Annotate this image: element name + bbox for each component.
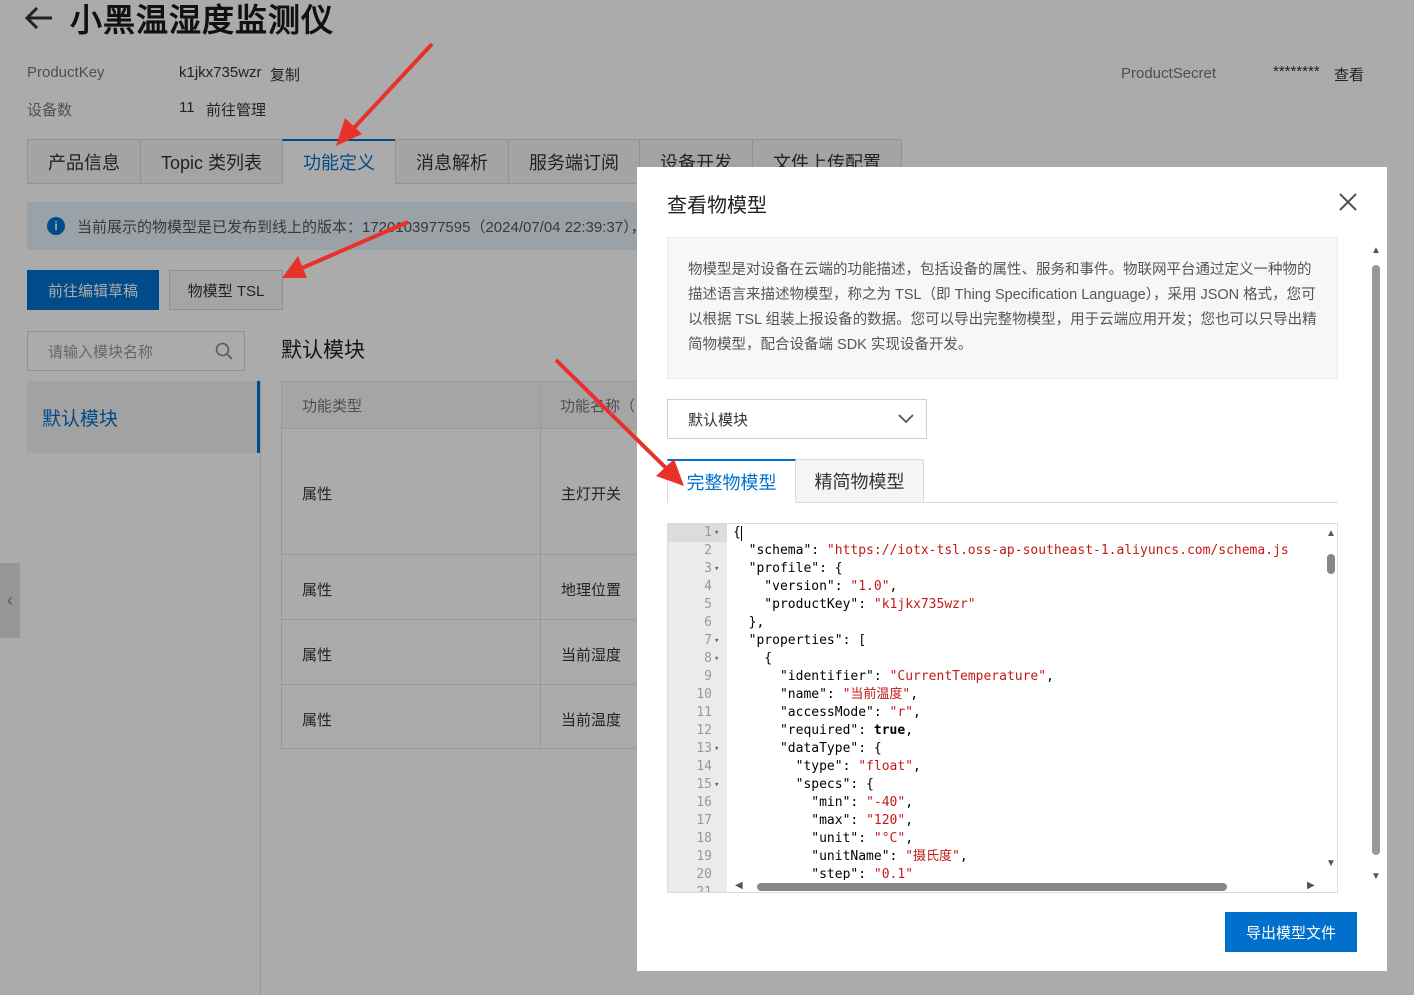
code-line: 7 ▾ "properties": [ [668, 632, 1318, 650]
code-text: "dataType": { [733, 741, 882, 756]
code-line: 14 "type": "float", [668, 758, 1318, 776]
code-line: 13 ▾ "dataType": { [668, 740, 1318, 758]
scroll-up-icon[interactable]: ▲ [1371, 245, 1381, 256]
line-number: 13 [696, 741, 712, 756]
code-line: 16 "min": "-40", [668, 794, 1318, 812]
code-line: 11 "accessMode": "r", [668, 704, 1318, 722]
code-text: "identifier": "CurrentTemperature", [733, 669, 1054, 684]
scroll-thumb[interactable] [1372, 265, 1380, 855]
module-select[interactable]: 默认模块 [667, 399, 927, 439]
line-number: 6 [704, 615, 712, 630]
line-number: 9 [704, 669, 712, 684]
tsl-code-editor[interactable]: 1 ▾{2 "schema": "https://iotx-tsl.oss-ap-… [667, 523, 1338, 893]
code-line: 10 "name": "当前温度", [668, 686, 1318, 704]
line-number: 14 [696, 759, 712, 774]
line-number: 12 [696, 723, 712, 738]
code-line: 6 }, [668, 614, 1318, 632]
scroll-up-icon[interactable]: ▲ [1326, 528, 1336, 539]
code-text: "unit": "°C", [733, 831, 914, 846]
line-number: 2 [704, 543, 712, 558]
line-number: 1 [704, 525, 712, 540]
editor-horizontal-scrollbar[interactable]: ◀ ▶ [727, 880, 1323, 892]
fold-toggle-icon[interactable]: ▾ [714, 560, 724, 578]
line-number: 21 [696, 885, 712, 893]
line-number: 11 [696, 705, 712, 720]
line-number: 20 [696, 867, 712, 882]
code-text: { [733, 651, 773, 666]
text-cursor [741, 526, 742, 541]
line-number: 18 [696, 831, 712, 846]
modal-title: 查看物模型 [667, 195, 767, 217]
tab-simplified-model[interactable]: 精简物模型 [796, 459, 924, 503]
code-line: 3 ▾ "profile": { [668, 560, 1318, 578]
code-line: 2 "schema": "https://iotx-tsl.oss-ap-sou… [668, 542, 1318, 560]
code-line: 15 ▾ "specs": { [668, 776, 1318, 794]
code-text: "properties": [ [733, 633, 867, 648]
code-line: 9 "identifier": "CurrentTemperature", [668, 668, 1318, 686]
line-number: 4 [704, 579, 712, 594]
code-text: "required": true, [733, 723, 914, 738]
fold-toggle-icon[interactable]: ▾ [714, 632, 724, 650]
tab-full-model[interactable]: 完整物模型 [667, 459, 796, 503]
line-number: 8 [704, 651, 712, 666]
line-number: 19 [696, 849, 712, 864]
code-line: 8 ▾ { [668, 650, 1318, 668]
line-number: 3 [704, 561, 712, 576]
line-number: 15 [696, 777, 712, 792]
fold-toggle-icon[interactable]: ▾ [714, 524, 724, 542]
code-line: 17 "max": "120", [668, 812, 1318, 830]
line-number: 5 [704, 597, 712, 612]
scroll-thumb[interactable] [757, 883, 1227, 891]
modal-vertical-scrollbar[interactable]: ▲ ▼ [1368, 245, 1384, 885]
code-line: 4 "version": "1.0", [668, 578, 1318, 596]
scroll-right-icon[interactable]: ▶ [1307, 880, 1315, 891]
code-text: "profile": { [733, 561, 843, 576]
module-select-value: 默认模块 [688, 411, 749, 429]
scroll-down-icon[interactable]: ▼ [1371, 871, 1381, 882]
code-text: "min": "-40", [733, 795, 914, 810]
code-text: "schema": "https://iotx-tsl.oss-ap-south… [733, 543, 1289, 558]
code-text: "specs": { [733, 777, 874, 792]
model-tabs: 完整物模型 精简物模型 [667, 459, 1338, 503]
scroll-down-icon[interactable]: ▼ [1326, 858, 1336, 869]
scroll-left-icon[interactable]: ◀ [735, 880, 743, 891]
tsl-description: 物模型是对设备在云端的功能描述，包括设备的属性、服务和事件。物联网平台通过定义一… [667, 237, 1338, 379]
code-line: 18 "unit": "°C", [668, 830, 1318, 848]
editor-vertical-scrollbar[interactable]: ▲ ▼ [1323, 524, 1337, 876]
code-text: "type": "float", [733, 759, 921, 774]
fold-toggle-icon[interactable]: ▾ [714, 740, 724, 758]
code-text: }, [733, 615, 765, 630]
line-number: 7 [704, 633, 712, 648]
code-line: 12 "required": true, [668, 722, 1318, 740]
export-model-button[interactable]: 导出模型文件 [1225, 912, 1357, 952]
code-line: 19 "unitName": "摄氏度", [668, 848, 1318, 866]
code-line: 1 ▾ { [668, 524, 1318, 542]
code-text: "unitName": "摄氏度", [733, 849, 968, 864]
chevron-down-icon [886, 414, 926, 424]
code-text: "name": "当前温度", [733, 687, 919, 702]
fold-toggle-icon[interactable]: ▾ [714, 776, 724, 794]
code-text: { [733, 525, 741, 540]
line-number: 17 [696, 813, 712, 828]
code-text: "productKey": "k1jkx735wzr" [733, 597, 976, 612]
code-line: 5 "productKey": "k1jkx735wzr" [668, 596, 1318, 614]
scroll-thumb[interactable] [1327, 554, 1335, 574]
line-number: 16 [696, 795, 712, 810]
close-icon[interactable] [1334, 188, 1362, 216]
code-text: "accessMode": "r", [733, 705, 921, 720]
line-number: 10 [696, 687, 712, 702]
code-text: "max": "120", [733, 813, 914, 828]
fold-toggle-icon[interactable]: ▾ [714, 650, 724, 668]
tsl-modal: 查看物模型 物模型是对设备在云端的功能描述，包括设备的属性、服务和事件。物联网平… [637, 167, 1387, 971]
code-text: "version": "1.0", [733, 579, 898, 594]
